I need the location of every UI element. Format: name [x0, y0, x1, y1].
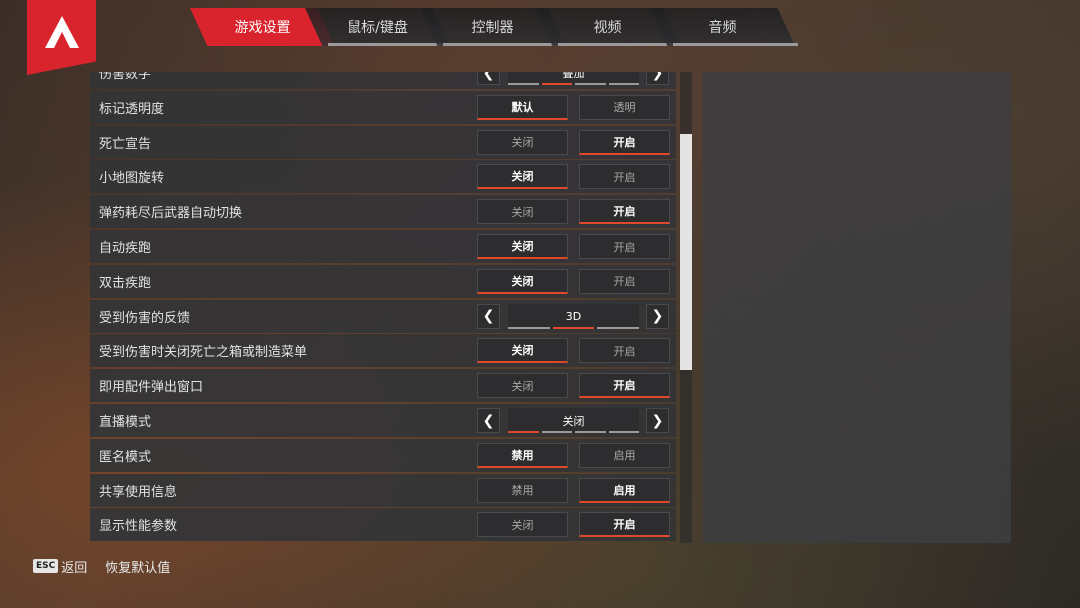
option-button[interactable]: 关闭 — [477, 234, 568, 259]
setting-label: 标记透明度 — [99, 101, 165, 117]
option-button[interactable]: 透明 — [579, 94, 670, 120]
level-pip — [575, 431, 606, 433]
option-button[interactable]: 关闭 — [477, 338, 568, 364]
setting-row[interactable]: 死亡宣告 关闭 开启 — [90, 125, 676, 159]
setting-row[interactable]: 小地图旋转 关闭 开启 — [90, 160, 676, 194]
level-pip — [597, 326, 640, 329]
option-button[interactable]: 启用 — [579, 442, 670, 468]
option-button[interactable]: 开启 — [579, 373, 670, 399]
setting-label: 受到伤害的反馈 — [99, 310, 191, 326]
tab-label: 游戏设置 — [234, 20, 291, 36]
option-button[interactable]: 开启 — [579, 234, 670, 259]
esc-key-icon: ESC — [33, 559, 59, 573]
level-pip — [608, 83, 639, 85]
option-button[interactable]: 关闭 — [477, 512, 568, 538]
setting-label: 共享使用信息 — [99, 484, 178, 500]
tab-label: 视频 — [593, 20, 622, 36]
level-pip — [541, 83, 572, 85]
stepper-value: 关闭 — [508, 408, 639, 433]
stepper-value: 3D — [508, 303, 639, 329]
setting-label: 双击疾跑 — [99, 275, 152, 291]
setting-label: 直播模式 — [99, 415, 152, 430]
option-button[interactable]: 关闭 — [477, 129, 568, 155]
reset-defaults-button[interactable]: 恢复默认值 — [105, 557, 170, 576]
option-button[interactable]: 关闭 — [477, 373, 568, 399]
chevron-left-icon[interactable]: ❮ — [477, 303, 500, 329]
setting-row[interactable]: 弹药耗尽后武器自动切换 关闭 开启 — [90, 195, 676, 229]
option-button[interactable]: 开启 — [579, 268, 670, 294]
tab-label: 音频 — [708, 20, 737, 36]
option-button[interactable]: 关闭 — [477, 164, 568, 190]
stepper-level-indicator — [508, 83, 639, 85]
setting-label: 伤害数字 — [99, 72, 152, 82]
setting-label: 小地图旋转 — [99, 171, 165, 187]
footer: ESC 返回 恢复默认值 — [33, 556, 170, 576]
option-button[interactable]: 禁用 — [477, 477, 568, 503]
level-pip — [508, 326, 550, 329]
option-button[interactable]: 开启 — [579, 129, 670, 155]
stepper-level-indicator — [508, 431, 639, 433]
setting-label: 匿名模式 — [99, 449, 152, 465]
chevron-right-icon[interactable]: ❯ — [646, 408, 669, 433]
setting-label: 自动疾跑 — [99, 241, 152, 256]
setting-row[interactable]: 直播模式 ❮ 关闭 ❯ — [90, 404, 676, 437]
setting-row[interactable]: 共享使用信息 禁用 启用 — [90, 473, 676, 507]
stepper-level-indicator — [508, 326, 640, 329]
settings-tabs: 游戏设置 鼠标/键盘 控制器 视频 音频 — [190, 8, 800, 46]
level-pip — [575, 83, 606, 85]
setting-label: 受到伤害时关闭死亡之箱或制造菜单 — [99, 345, 308, 361]
chevron-left-icon[interactable]: ❮ — [477, 72, 500, 85]
option-button[interactable]: 开启 — [579, 512, 670, 538]
setting-label: 即用配件弹出窗口 — [99, 380, 204, 396]
option-button[interactable]: 开启 — [579, 164, 670, 190]
description-panel — [703, 72, 1011, 543]
level-pip — [508, 431, 539, 433]
option-button[interactable]: 默认 — [477, 94, 568, 120]
setting-row[interactable]: 显示性能参数 关闭 开启 — [90, 508, 676, 542]
back-button[interactable]: 返回 — [61, 557, 87, 576]
option-button[interactable]: 开启 — [579, 199, 670, 225]
option-button[interactable]: 关闭 — [477, 268, 568, 294]
setting-row[interactable]: 双击疾跑 关闭 开启 — [90, 264, 676, 298]
tab-audio[interactable]: 音频 — [650, 8, 798, 46]
setting-row[interactable]: 匿名模式 禁用 启用 — [90, 438, 676, 472]
level-pip — [552, 326, 595, 329]
setting-row[interactable]: 标记透明度 默认 透明 — [90, 90, 676, 124]
scrollbar-thumb[interactable] — [680, 134, 692, 370]
level-pip — [608, 431, 639, 433]
setting-row[interactable]: 伤害数字 ❮ 叠加 ❯ — [90, 72, 676, 89]
chevron-right-icon[interactable]: ❯ — [646, 303, 669, 329]
apex-logo-icon — [27, 0, 96, 75]
level-pip — [508, 83, 539, 85]
tab-label: 鼠标/键盘 — [347, 20, 408, 36]
option-button[interactable]: 关闭 — [477, 199, 568, 225]
option-button[interactable]: 禁用 — [477, 442, 568, 468]
tab-label: 控制器 — [471, 20, 514, 36]
level-pip — [541, 431, 572, 433]
option-button[interactable]: 启用 — [579, 477, 670, 503]
chevron-left-icon[interactable]: ❮ — [477, 408, 500, 433]
setting-label: 弹药耗尽后武器自动切换 — [99, 206, 243, 222]
setting-label: 死亡宣告 — [99, 136, 152, 152]
setting-row[interactable]: 受到伤害的反馈 ❮ 3D ❯ — [90, 299, 676, 333]
chevron-right-icon[interactable]: ❯ — [646, 72, 669, 85]
settings-list[interactable]: 伤害数字 ❮ 叠加 ❯ 标记透明度 默认 透明 死亡宣告 关闭 开启 小地图旋转 关闭 开启 弹药耗尽后武… — [90, 72, 676, 543]
setting-row[interactable]: 受到伤害时关闭死亡之箱或制造菜单 关闭 开启 — [90, 334, 676, 368]
option-button[interactable]: 开启 — [579, 338, 670, 364]
setting-row[interactable]: 自动疾跑 关闭 开启 — [90, 230, 676, 263]
setting-row[interactable]: 即用配件弹出窗口 关闭 开启 — [90, 369, 676, 403]
setting-label: 显示性能参数 — [99, 519, 178, 535]
